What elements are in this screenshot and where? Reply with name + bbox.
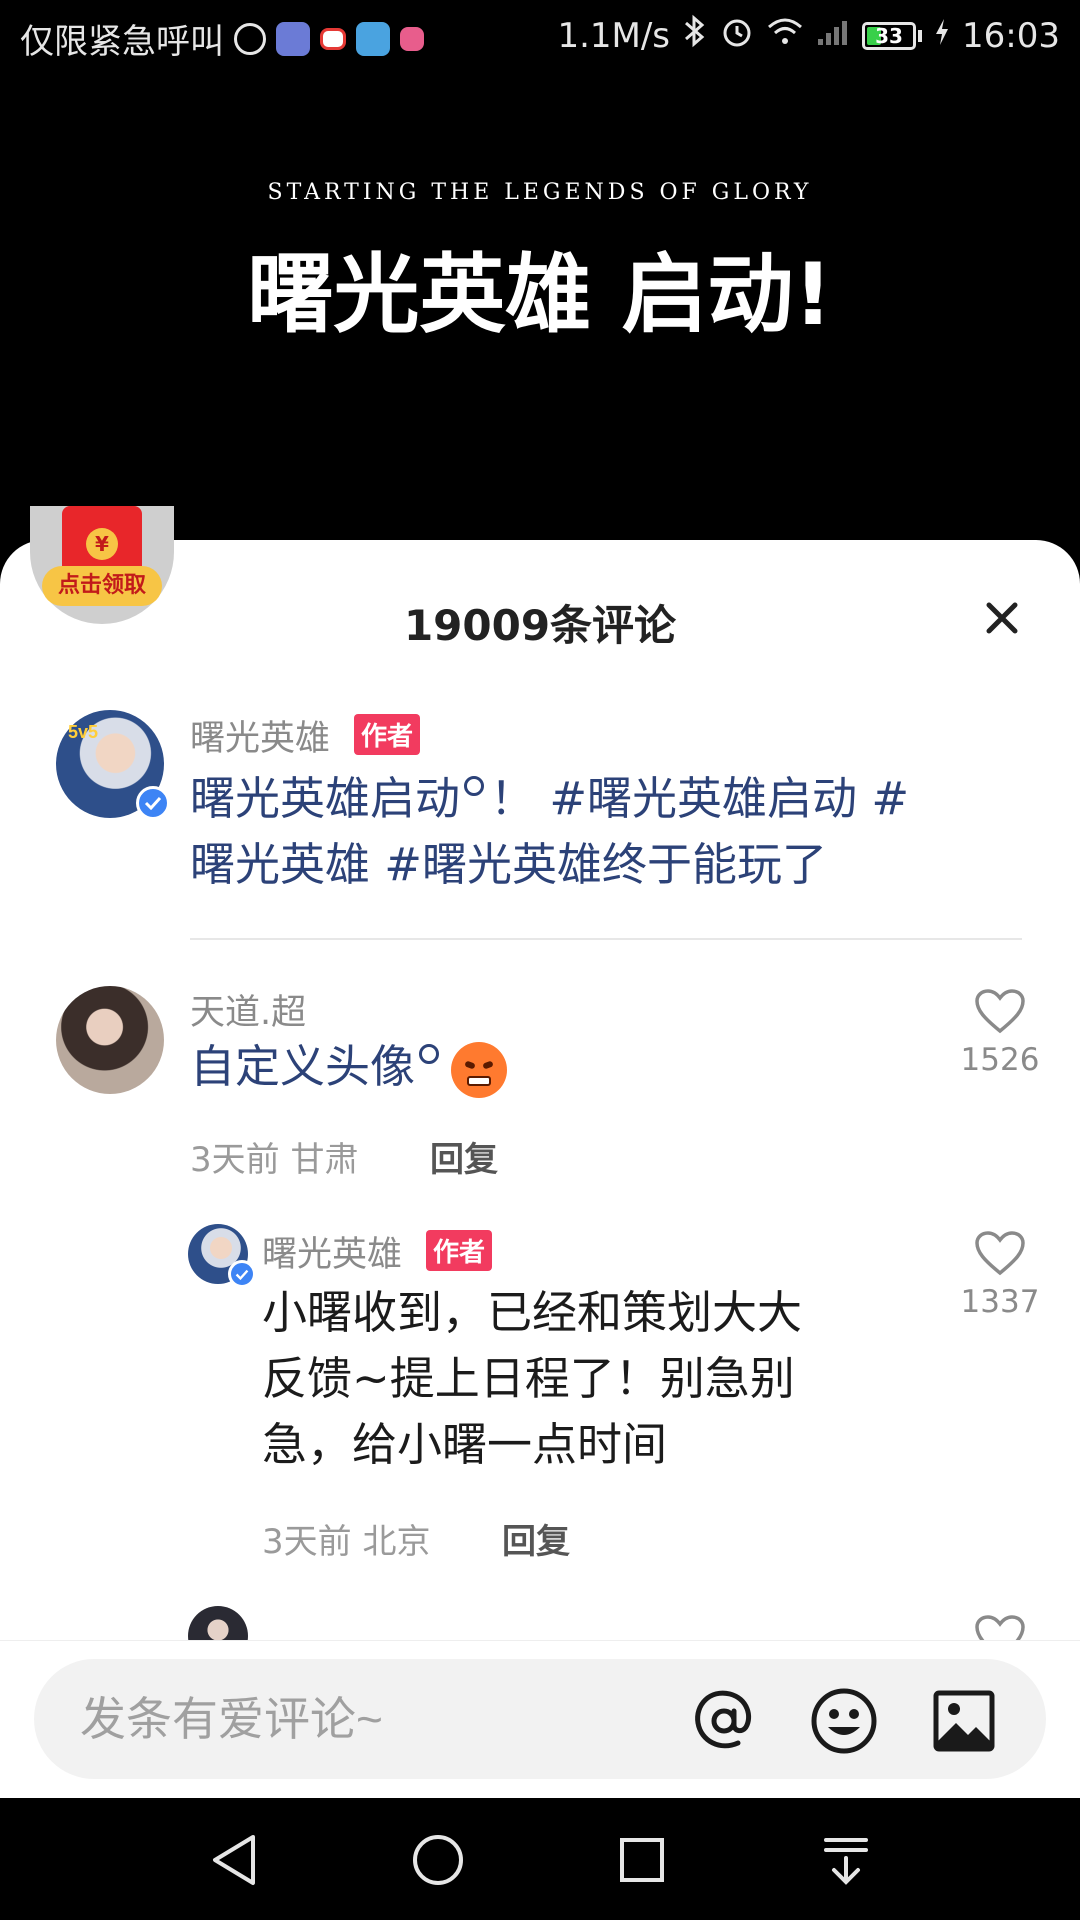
like-button[interactable]: 1526 xyxy=(950,988,1050,1078)
comment-input-container xyxy=(34,1659,1046,1779)
search-icon[interactable] xyxy=(419,1044,440,1064)
comment-input-bar xyxy=(0,1640,1080,1798)
search-icon[interactable] xyxy=(464,776,485,796)
heart-icon xyxy=(975,1231,1025,1276)
reply-text-line: 反馈~提上日程了！别急别 xyxy=(262,1352,795,1405)
comment-author-name[interactable]: 天道.超 xyxy=(190,984,306,1035)
nav-notification-button[interactable] xyxy=(814,1828,878,1892)
music-app-icon xyxy=(276,21,310,56)
hashtag-link-2[interactable]: 曙光英雄 #曙光英雄终于能玩了 xyxy=(190,838,827,891)
avatar-user[interactable] xyxy=(56,986,164,1094)
reply-author-name[interactable]: 曙光英雄 xyxy=(262,1226,402,1277)
comment-meta: 3天前 甘肃 xyxy=(190,1132,358,1181)
nav-home-button[interactable] xyxy=(406,1828,470,1892)
app-k-icon xyxy=(234,22,266,55)
recents-square-icon xyxy=(620,1838,664,1882)
status-bar: 仅限紧急呼叫 1.1M/s 33 16:03 xyxy=(0,0,1080,76)
status-left: 仅限紧急呼叫 xyxy=(20,14,424,63)
signal-icon xyxy=(816,16,850,56)
video-title: 曙光英雄 启动! xyxy=(247,245,833,345)
verified-icon xyxy=(228,1260,256,1288)
red-packet-label: 点击领取 xyxy=(42,566,162,606)
comment-time: 3天前 xyxy=(190,1140,280,1180)
avatar-author[interactable]: 5v5 xyxy=(56,710,170,820)
avatar-badge-text: 5v5 xyxy=(68,722,99,742)
reply-location: 北京 xyxy=(362,1522,431,1562)
battery-level: 33 xyxy=(875,23,903,48)
reply-text-line: 小曙收到，已经和策划大大 xyxy=(262,1286,803,1339)
game-app-icon xyxy=(400,26,424,51)
status-right: 1.1M/s 33 16:03 xyxy=(557,14,1060,57)
red-packet-button[interactable]: ¥ 点击领取 xyxy=(30,506,174,624)
network-speed: 1.1M/s xyxy=(557,15,671,56)
reply-button[interactable]: 回复 xyxy=(430,1132,498,1181)
avatar-author-reply[interactable] xyxy=(188,1224,256,1288)
alarm-icon xyxy=(720,14,754,57)
video-app-icon xyxy=(320,27,346,50)
comment-input[interactable] xyxy=(80,1689,640,1749)
like-count: 1526 xyxy=(960,1042,1040,1078)
close-button[interactable] xyxy=(966,582,1038,654)
nav-recents-button[interactable] xyxy=(610,1828,674,1892)
system-nav-bar xyxy=(0,1798,1080,1920)
image-icon xyxy=(933,1690,995,1752)
like-button[interactable]: 1337 xyxy=(950,1230,1050,1320)
comment-panel: 19009条评论 5v5 曙光英雄 作者 曙光英雄启动！ #曙光英雄启动 # 曙… xyxy=(0,540,1080,1798)
author-tag: 作者 xyxy=(426,1230,493,1271)
charging-icon xyxy=(934,16,950,56)
author-name[interactable]: 曙光英雄 xyxy=(190,710,330,761)
carrier-text: 仅限紧急呼叫 xyxy=(20,22,224,62)
video-player[interactable]: STARTING THE LEGENDS OF GLORY 曙光英雄 启动! xyxy=(0,76,1080,540)
mention-button[interactable] xyxy=(688,1685,760,1757)
close-icon xyxy=(986,602,1018,634)
reply-meta: 3天前 北京 xyxy=(262,1514,430,1563)
divider xyxy=(190,938,1022,940)
reply-time: 3天前 xyxy=(262,1522,352,1562)
reply-text: 小曙收到，已经和策划大大 反馈~提上日程了！别急别 急，给小曙一点时间 xyxy=(262,1280,912,1478)
wifi-icon xyxy=(766,16,804,56)
pinned-text-start: 曙光英雄启动 xyxy=(190,772,461,825)
at-icon xyxy=(695,1690,752,1749)
heart-icon xyxy=(975,989,1025,1034)
comment-text: 自定义头像 xyxy=(190,1034,750,1100)
verified-icon xyxy=(136,786,170,820)
video-subtitle: STARTING THE LEGENDS OF GLORY xyxy=(267,180,813,205)
emoji-button[interactable] xyxy=(808,1685,880,1757)
angry-emoji-icon xyxy=(451,1042,508,1098)
pinned-comment-text: 曙光英雄启动 ！ #曙光英雄启动 # 曙光英雄 #曙光英雄终于能玩了 xyxy=(190,766,1030,898)
battery-icon: 33 xyxy=(862,21,923,50)
smiley-icon xyxy=(811,1688,877,1754)
comment-text-content: 自定义头像 xyxy=(190,1040,416,1093)
image-button[interactable] xyxy=(928,1685,1000,1757)
pull-down-icon xyxy=(824,1838,868,1885)
home-circle-icon xyxy=(413,1835,463,1885)
browser-app-icon xyxy=(356,21,390,56)
author-tag: 作者 xyxy=(354,714,421,755)
pinned-text-punct: ！ xyxy=(490,772,536,825)
hashtag-link[interactable]: #曙光英雄启动 # xyxy=(549,772,909,825)
reply-text-line: 急，给小曙一点时间 xyxy=(262,1418,668,1471)
back-triangle-icon xyxy=(213,1835,255,1885)
like-count: 1337 xyxy=(960,1284,1040,1320)
clock-time: 16:03 xyxy=(962,15,1060,56)
comment-location: 甘肃 xyxy=(290,1140,359,1180)
reply-button[interactable]: 回复 xyxy=(502,1514,570,1563)
nav-back-button[interactable] xyxy=(202,1828,266,1892)
bluetooth-icon xyxy=(682,14,708,57)
